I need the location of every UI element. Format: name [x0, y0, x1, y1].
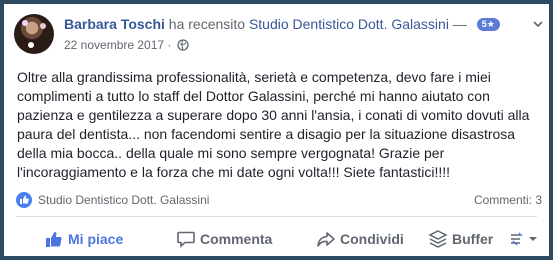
avatar[interactable] — [14, 14, 54, 54]
share-label: Condividi — [340, 231, 404, 247]
reaction-page-name[interactable]: Studio Dentistico Dott. Galassini — [38, 193, 209, 207]
more-icon — [511, 232, 537, 246]
reactions-bar: Studio Dentistico Dott. Galassini Commen… — [16, 190, 546, 210]
share-button[interactable]: Condividi — [316, 228, 426, 250]
buffer-button[interactable]: Buffer — [428, 228, 518, 250]
post-title: Barbara Toschi ha recensito Studio Denti… — [64, 16, 500, 32]
globe-icon — [177, 39, 189, 51]
action-bar: Mi piace Commenta Condividi Buffer — [16, 222, 546, 258]
caret-down-icon[interactable] — [532, 18, 544, 30]
title-dash: — — [452, 16, 467, 32]
comments-count[interactable]: Commenti: 3 — [474, 193, 542, 207]
author-name[interactable]: Barbara Toschi — [64, 16, 165, 32]
post-meta: 22 novembre 2017 · — [64, 38, 189, 52]
divider — [16, 216, 537, 217]
post-header: Barbara Toschi ha recensito Studio Denti… — [14, 14, 544, 58]
comment-icon — [177, 231, 195, 248]
post-date[interactable]: 22 novembre 2017 — [64, 38, 164, 52]
share-icon — [317, 232, 335, 247]
buffer-label: Buffer — [452, 231, 494, 247]
more-options-button[interactable] — [510, 228, 540, 250]
review-card: Barbara Toschi ha recensito Studio Denti… — [0, 0, 553, 260]
rating-badge: 5★ — [476, 18, 500, 31]
like-label: Mi piace — [68, 231, 124, 247]
review-text: Oltre alla grandissima professionalità, … — [17, 69, 530, 180]
page-link[interactable]: Studio Dentistico Dott. Galassini — [249, 16, 449, 32]
comment-label: Commenta — [200, 231, 273, 247]
meta-separator: · — [167, 38, 172, 52]
like-reaction-icon[interactable] — [16, 192, 32, 208]
like-button[interactable]: Mi piace — [44, 228, 144, 250]
thumbs-up-icon — [46, 232, 62, 247]
buffer-icon — [428, 230, 448, 248]
review-verb: ha recensito — [168, 16, 246, 32]
comment-button[interactable]: Commenta — [176, 228, 286, 250]
